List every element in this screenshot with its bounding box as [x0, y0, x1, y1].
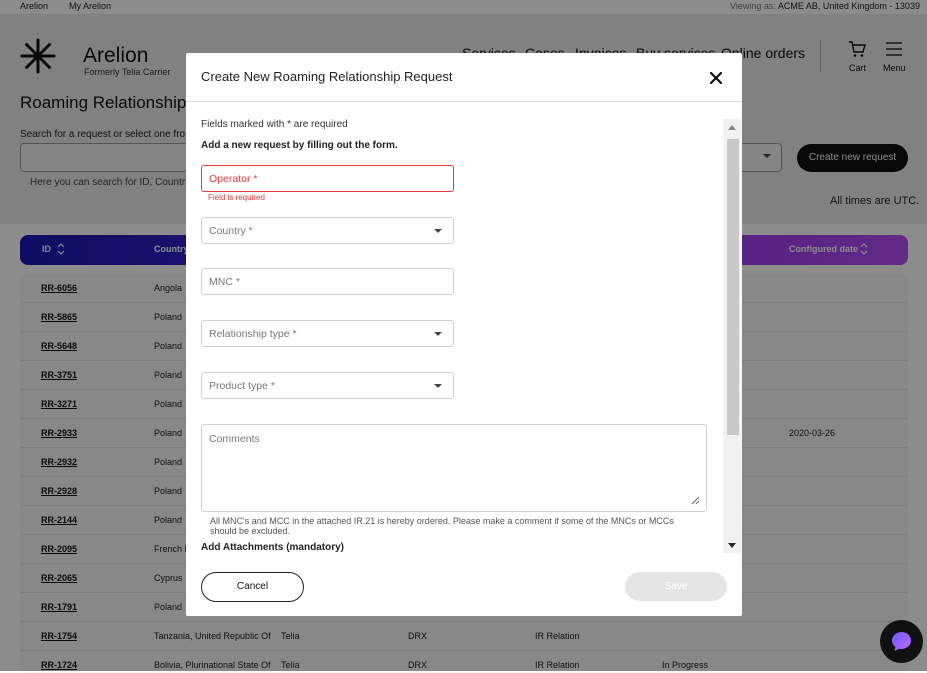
- operator-placeholder: Operator *: [209, 173, 258, 185]
- close-icon[interactable]: [709, 71, 723, 85]
- scroll-down-icon[interactable]: [727, 542, 737, 550]
- form-instruction: Add a new request by filling out the for…: [201, 140, 398, 151]
- required-fields-note: Fields marked with * are required: [201, 119, 348, 130]
- mnc-field[interactable]: MNC *: [201, 268, 454, 295]
- dialog-divider: [186, 101, 742, 102]
- relationship-type-placeholder: Relationship type *: [209, 328, 297, 340]
- scroll-up-icon[interactable]: [727, 123, 737, 131]
- dialog-scrollbar-thumb[interactable]: [727, 139, 739, 435]
- comments-textarea[interactable]: Comments: [201, 424, 707, 512]
- chevron-down-icon[interactable]: [433, 226, 443, 236]
- attachment-note: All MNC's and MCC in the attached IR.21 …: [210, 516, 674, 536]
- country-select[interactable]: Country *: [201, 217, 454, 244]
- comments-placeholder: Comments: [209, 433, 260, 445]
- chevron-down-icon[interactable]: [433, 329, 443, 339]
- operator-field[interactable]: Operator *: [201, 165, 454, 192]
- attachments-title: Add Attachments (mandatory): [201, 542, 344, 553]
- chevron-down-icon[interactable]: [433, 381, 443, 391]
- mnc-placeholder: MNC *: [209, 276, 240, 288]
- dialog-title: Create New Roaming Relationship Request: [201, 69, 453, 84]
- operator-error-message: Field is required: [208, 193, 265, 202]
- cancel-button[interactable]: Cancel: [201, 572, 304, 602]
- chat-icon: [892, 632, 911, 651]
- create-request-dialog: Create New Roaming Relationship Request …: [186, 53, 742, 616]
- country-placeholder: Country *: [209, 225, 253, 237]
- product-type-placeholder: Product type *: [209, 380, 275, 392]
- chat-button[interactable]: [880, 620, 923, 663]
- save-button[interactable]: Save: [625, 572, 727, 601]
- resize-handle-icon[interactable]: [690, 495, 700, 505]
- relationship-type-select[interactable]: Relationship type *: [201, 320, 454, 347]
- product-type-select[interactable]: Product type *: [201, 372, 454, 399]
